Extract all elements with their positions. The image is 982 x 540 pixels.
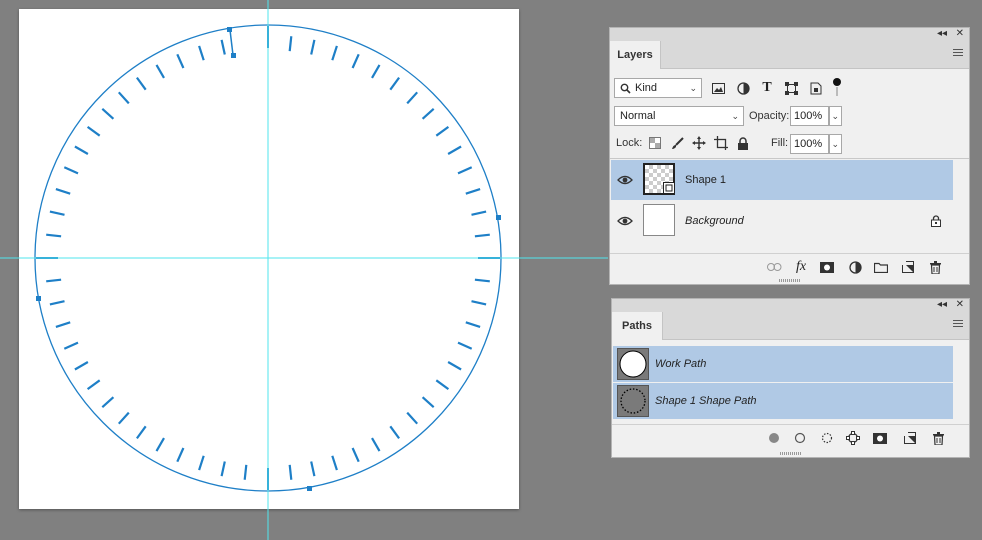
panel-title-bar[interactable]: ◂◂ ✕ bbox=[610, 28, 969, 41]
path-row-work-path[interactable]: Work Path bbox=[613, 346, 953, 382]
chevron-down-icon: ⌄ bbox=[689, 83, 697, 93]
blend-mode-dropdown[interactable]: Normal ⌄ bbox=[614, 106, 744, 126]
adjustment-filter-icon[interactable] bbox=[735, 80, 751, 96]
anchor-point[interactable] bbox=[307, 486, 312, 491]
stroke-path-icon[interactable] bbox=[792, 430, 808, 446]
lock-transparent-icon[interactable] bbox=[647, 135, 663, 151]
make-work-path-icon[interactable] bbox=[845, 430, 861, 446]
lock-image-icon[interactable] bbox=[669, 135, 685, 151]
adjustment-icon[interactable] bbox=[847, 259, 863, 275]
fx-icon[interactable]: fx bbox=[793, 259, 809, 275]
folder-icon[interactable] bbox=[873, 259, 889, 275]
chevron-down-icon: ⌄ bbox=[831, 139, 839, 149]
resize-grip[interactable] bbox=[778, 279, 801, 282]
link-icon[interactable] bbox=[766, 259, 782, 275]
path-row-shape-1-shape-path[interactable]: Shape 1 Shape Path bbox=[613, 383, 953, 419]
chevron-down-icon: ⌄ bbox=[731, 111, 739, 121]
layers-panel: ◂◂ ✕ Layers Kind ⌄ T Normal ⌄ Opacity: 1… bbox=[609, 27, 970, 285]
new-layer-icon[interactable] bbox=[900, 259, 916, 275]
trash-icon[interactable] bbox=[927, 259, 943, 275]
path-list: Work Path Shape 1 Shape Path bbox=[612, 340, 969, 422]
layers-footer: fx bbox=[610, 253, 969, 280]
fx-label: fx bbox=[795, 259, 807, 274]
lock-label: Lock: bbox=[616, 137, 643, 149]
image-filter-icon[interactable] bbox=[710, 80, 726, 96]
load-selection-icon[interactable] bbox=[819, 430, 835, 446]
path-name: Work Path bbox=[655, 358, 707, 370]
filter-toggle-icon[interactable] bbox=[829, 76, 845, 98]
lock-all-icon[interactable] bbox=[735, 135, 751, 151]
filter-kind-dropdown[interactable]: Kind ⌄ bbox=[614, 78, 702, 98]
resize-grip[interactable] bbox=[779, 452, 802, 455]
panel-title-bar[interactable]: ◂◂ ✕ bbox=[612, 299, 969, 312]
visibility-eye-icon[interactable] bbox=[617, 214, 633, 228]
collapse-panel-button[interactable]: ◂◂ bbox=[937, 28, 947, 40]
anchor-point[interactable] bbox=[36, 296, 41, 301]
fill-input[interactable]: 100% bbox=[790, 134, 829, 154]
layer-name: Background bbox=[685, 215, 744, 227]
panel-menu-icon[interactable] bbox=[953, 49, 963, 58]
fill-label: Fill: bbox=[771, 137, 789, 149]
anchor-point[interactable] bbox=[231, 53, 236, 58]
fill-path-icon[interactable] bbox=[766, 430, 782, 446]
blend-mode-value: Normal bbox=[620, 110, 656, 122]
paths-footer bbox=[612, 424, 969, 451]
shape-layer-icon bbox=[663, 182, 675, 194]
fill-dropdown-button[interactable]: ⌄ bbox=[829, 134, 842, 154]
search-icon bbox=[620, 83, 631, 94]
lock-artboard-icon[interactable] bbox=[713, 135, 729, 151]
layer-row-background[interactable]: Background bbox=[611, 201, 953, 241]
opacity-value: 100% bbox=[794, 110, 823, 122]
lock-position-icon[interactable] bbox=[691, 135, 707, 151]
close-panel-button[interactable]: ✕ bbox=[956, 28, 964, 40]
chevron-down-icon: ⌄ bbox=[831, 111, 839, 121]
opacity-dropdown-button[interactable]: ⌄ bbox=[829, 106, 842, 126]
layer-row-shape-1[interactable]: Shape 1 bbox=[611, 160, 953, 200]
anchor-point[interactable] bbox=[496, 215, 501, 220]
path-thumbnail bbox=[617, 348, 649, 380]
layer-list: Shape 1 Background bbox=[610, 158, 969, 254]
filter-kind-value: Kind bbox=[635, 82, 658, 94]
layer-thumbnail bbox=[643, 204, 675, 236]
visibility-eye-icon[interactable] bbox=[617, 173, 633, 187]
add-mask-icon[interactable] bbox=[872, 430, 888, 446]
opacity-label: Opacity: bbox=[749, 110, 790, 122]
tab-paths[interactable]: Paths bbox=[612, 312, 663, 340]
opacity-input[interactable]: 100% bbox=[790, 106, 829, 126]
tab-strip: Paths bbox=[612, 312, 969, 340]
mask-icon[interactable] bbox=[819, 259, 835, 275]
tab-layers[interactable]: Layers bbox=[610, 41, 661, 69]
path-thumbnail bbox=[617, 385, 649, 417]
lock-icon bbox=[931, 215, 941, 227]
panel-menu-icon[interactable] bbox=[953, 320, 963, 329]
type-filter-icon[interactable]: T bbox=[759, 80, 775, 96]
shape-filter-icon[interactable] bbox=[783, 80, 799, 96]
paths-panel: ◂◂ ✕ Paths Work Path Shape 1 Shape Path bbox=[611, 298, 970, 458]
tab-strip: Layers bbox=[610, 41, 969, 69]
layer-name: Shape 1 bbox=[685, 174, 726, 186]
smart-object-filter-icon[interactable] bbox=[807, 80, 823, 96]
fill-value: 100% bbox=[794, 138, 823, 150]
document-canvas[interactable] bbox=[19, 9, 519, 509]
close-panel-button[interactable]: ✕ bbox=[956, 299, 964, 311]
new-path-icon[interactable] bbox=[902, 430, 918, 446]
trash-icon[interactable] bbox=[930, 430, 946, 446]
collapse-panel-button[interactable]: ◂◂ bbox=[937, 299, 947, 311]
path-name: Shape 1 Shape Path bbox=[655, 395, 757, 407]
anchor-point[interactable] bbox=[227, 27, 232, 32]
